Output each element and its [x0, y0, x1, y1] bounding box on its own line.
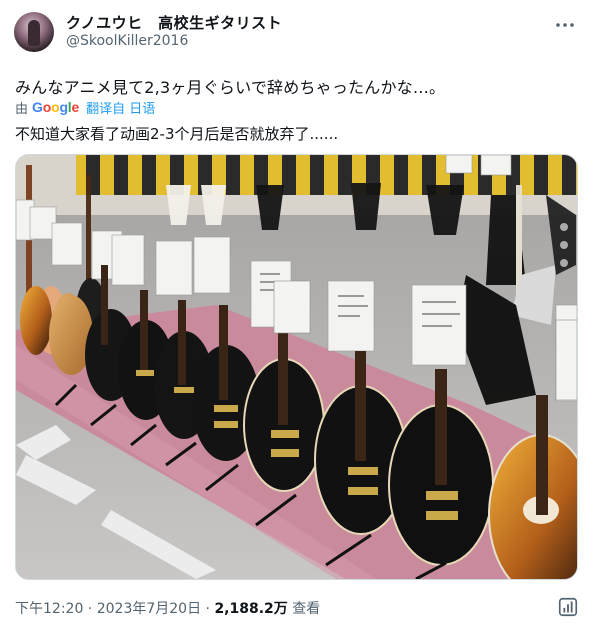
translated-text: 不知道大家看了动画2-3个月后是否就放弃了......: [15, 125, 339, 143]
translated-from-link[interactable]: 翻译自 日语: [86, 98, 155, 117]
author-handle[interactable]: @SkoolKiller2016: [66, 33, 188, 49]
tweet-photo[interactable]: [15, 154, 578, 580]
view-analytics-icon[interactable]: [557, 596, 579, 618]
author-display-name[interactable]: クノユウヒ 高校生ギタリスト: [66, 12, 282, 33]
guitar-store-photo: [16, 155, 577, 579]
google-logo: Google: [32, 99, 79, 115]
google-logo-letter: g: [59, 99, 68, 115]
tweet-date[interactable]: 2023年7月20日: [97, 601, 201, 617]
more-dots-icon[interactable]: [553, 13, 577, 37]
views-count: 2,188.2万: [214, 601, 288, 617]
tweet-text: みんなアニメ見て2,3ヶ月ぐらいで辞めちゃったんかな…。: [15, 78, 446, 97]
google-logo-letter: o: [42, 99, 52, 115]
translated-by-label: 由: [15, 101, 29, 117]
views-label: 查看: [287, 601, 321, 617]
google-logo-letter: e: [71, 99, 80, 115]
user-avatar[interactable]: [14, 12, 54, 52]
meta-separator: ·: [83, 601, 97, 617]
tweet-meta: 下午12:20 · 2023年7月20日 · 2,188.2万 查看: [15, 598, 320, 618]
meta-separator: ·: [201, 601, 215, 617]
translation-bar: 由 Google 翻译自 日语: [15, 98, 155, 117]
tweet-card: クノユウヒ 高校生ギタリスト @SkoolKiller2016 みんなアニメ見て…: [0, 0, 593, 633]
tweet-time[interactable]: 下午12:20: [15, 601, 83, 617]
google-logo-letter: G: [32, 99, 43, 115]
